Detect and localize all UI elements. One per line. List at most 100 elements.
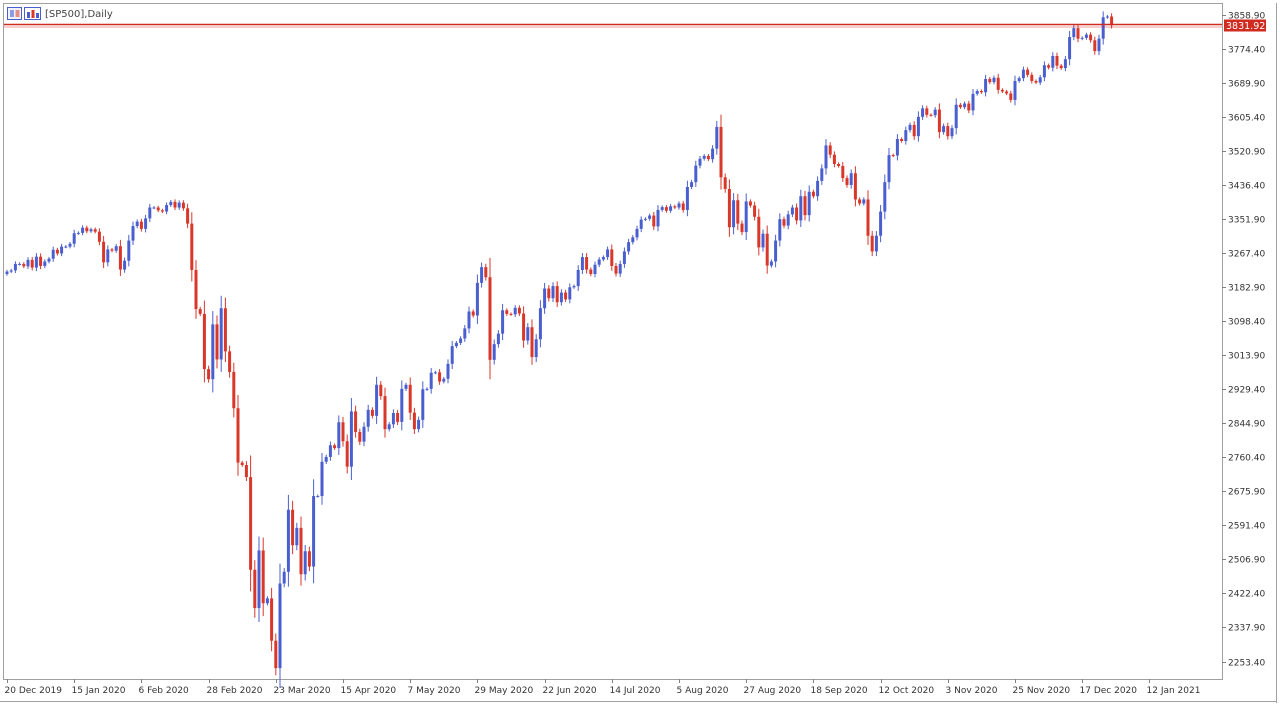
candle-body: [131, 226, 135, 241]
y-tick-label: 3689.90: [1228, 80, 1265, 90]
candle-body: [832, 154, 836, 164]
candle-body: [904, 130, 908, 142]
x-tick-label: 25 Nov 2020: [1013, 686, 1071, 696]
candle-body: [202, 313, 206, 370]
x-tick-label: 15 Apr 2020: [341, 686, 397, 696]
candle-body: [467, 311, 471, 329]
candle-body: [345, 441, 349, 467]
candle-body: [874, 235, 878, 252]
candle-body: [463, 328, 467, 339]
candle-body: [706, 155, 710, 160]
candle-body: [996, 77, 1000, 90]
candle-body: [774, 240, 778, 262]
candle-body: [509, 313, 513, 315]
candle-body: [656, 209, 660, 227]
candle-body: [694, 165, 698, 183]
x-tick-label: 6 Feb 2020: [139, 686, 190, 696]
candle-body: [669, 206, 673, 211]
y-tick-label: 3351.90: [1228, 216, 1265, 226]
candle-body: [442, 378, 446, 382]
price-chart[interactable]: [SP500],Daily 3858.903774.403689.903605.…: [0, 0, 1280, 704]
candle-body: [257, 550, 261, 609]
candle-body: [1072, 28, 1076, 38]
candle-body: [186, 208, 190, 224]
x-tick-label: 3 Nov 2020: [946, 686, 998, 696]
candle-body: [660, 207, 664, 210]
candle-body: [950, 128, 954, 137]
candle-body: [412, 412, 416, 430]
candle-body: [862, 199, 866, 204]
candle-body: [236, 408, 240, 463]
x-tick-label: 18 Sep 2020: [811, 686, 868, 696]
candle-body: [984, 78, 988, 93]
candle-body: [513, 307, 517, 315]
candle-body: [102, 241, 106, 263]
candle-body: [450, 346, 454, 364]
candle-body: [244, 465, 248, 478]
candle-body: [748, 201, 752, 206]
candle-body: [106, 249, 110, 263]
candle-body: [114, 246, 118, 251]
x-tick-label: 15 Jan 2020: [72, 686, 126, 696]
candle-body: [505, 310, 509, 314]
candle-body: [446, 363, 450, 379]
candle-body: [425, 388, 429, 390]
candle-body: [64, 246, 68, 248]
y-tick-label: 2675.90: [1228, 488, 1265, 498]
candle-body: [769, 261, 773, 266]
candle-body: [866, 199, 870, 236]
y-tick-label: 3267.40: [1228, 250, 1265, 260]
candle-body: [601, 257, 605, 260]
candle-body: [727, 188, 731, 228]
candle-body: [228, 351, 232, 372]
candle-body: [349, 411, 353, 467]
candle-body: [803, 196, 807, 216]
candle-body: [223, 308, 227, 352]
candle-body: [736, 200, 740, 224]
candle-body: [778, 219, 782, 241]
candle-body: [870, 235, 874, 252]
candle-body: [719, 126, 723, 178]
candle-body: [253, 569, 257, 609]
x-tick-label: 12 Jan 2021: [1147, 686, 1201, 696]
candle-body: [849, 173, 853, 185]
candle-body: [589, 269, 593, 274]
candle-body: [1009, 93, 1013, 100]
bar-chart-icon[interactable]: [24, 7, 41, 20]
candle-body: [328, 445, 332, 457]
candle-body: [824, 145, 828, 169]
x-tick-label: 29 May 2020: [475, 686, 534, 696]
candle-body: [799, 196, 803, 221]
candle-body: [555, 286, 559, 303]
candle-body: [715, 126, 719, 149]
candle-body: [988, 78, 992, 83]
candle-body: [333, 445, 337, 449]
candle-body: [643, 218, 647, 220]
candle-body: [761, 233, 765, 248]
chart-window-icon[interactable]: [7, 7, 22, 20]
candle-body: [967, 103, 971, 111]
candle-body: [912, 124, 916, 137]
candle-body: [156, 207, 160, 211]
y-tick-label: 3436.40: [1228, 182, 1265, 192]
candle-body: [685, 186, 689, 210]
candle-body: [173, 201, 177, 208]
candle-body: [396, 413, 400, 422]
candle-body: [135, 221, 139, 227]
current-price-label: 3831.92: [1226, 21, 1265, 32]
candle-body: [895, 139, 899, 156]
chart-title: [SP500],Daily: [45, 9, 113, 20]
candle-body: [610, 249, 614, 266]
y-tick-label: 3605.40: [1228, 114, 1265, 124]
plot-frame: [3, 3, 1223, 680]
candle-body: [606, 249, 610, 258]
candle-body: [517, 307, 521, 314]
candle-body: [144, 218, 148, 229]
candle-body: [207, 369, 211, 380]
candle-body: [270, 598, 274, 641]
candle-body: [929, 114, 933, 116]
candle-body: [1076, 28, 1080, 39]
candle-body: [480, 267, 484, 283]
candle-body: [975, 91, 979, 94]
candle-body: [1063, 59, 1067, 69]
